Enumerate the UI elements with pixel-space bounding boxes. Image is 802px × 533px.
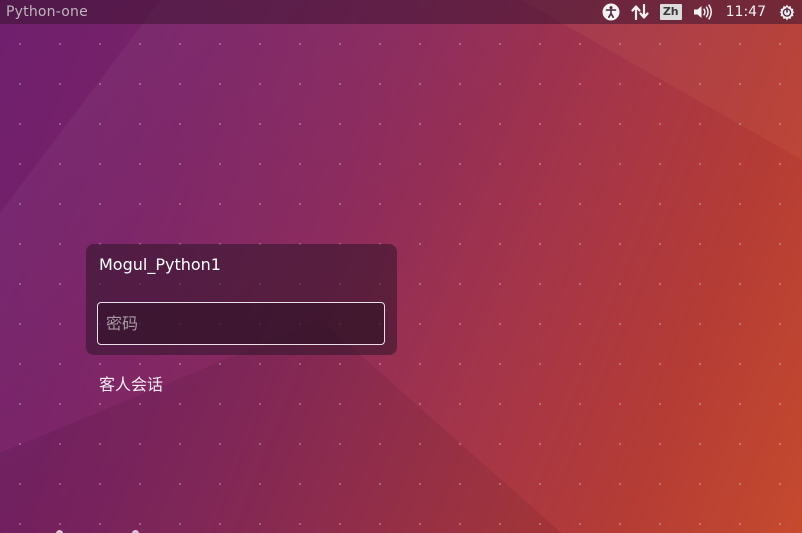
- accessibility-icon[interactable]: [602, 2, 620, 22]
- login-panel: Mogul_Python1: [86, 244, 397, 355]
- password-input[interactable]: [97, 302, 385, 345]
- keyboard-language-indicator[interactable]: Zh: [659, 2, 682, 22]
- language-badge: Zh: [659, 4, 682, 20]
- indicator-area: Zh 11:47: [602, 0, 796, 24]
- top-panel: Python-one Zh 11:47: [0, 0, 802, 24]
- clock-label[interactable]: 11:47: [724, 4, 768, 20]
- greeter-screen: Python-one Zh 11:47 Mogul_Python1 客人会话: [0, 0, 802, 533]
- volume-icon[interactable]: [692, 2, 714, 22]
- guest-session-option[interactable]: 客人会话: [99, 371, 163, 395]
- network-arrows-icon[interactable]: [630, 2, 650, 22]
- hostname-label: Python-one: [6, 4, 88, 20]
- power-icon[interactable]: [778, 2, 796, 22]
- username-label[interactable]: Mogul_Python1: [99, 255, 221, 274]
- session-dots: [0, 520, 200, 533]
